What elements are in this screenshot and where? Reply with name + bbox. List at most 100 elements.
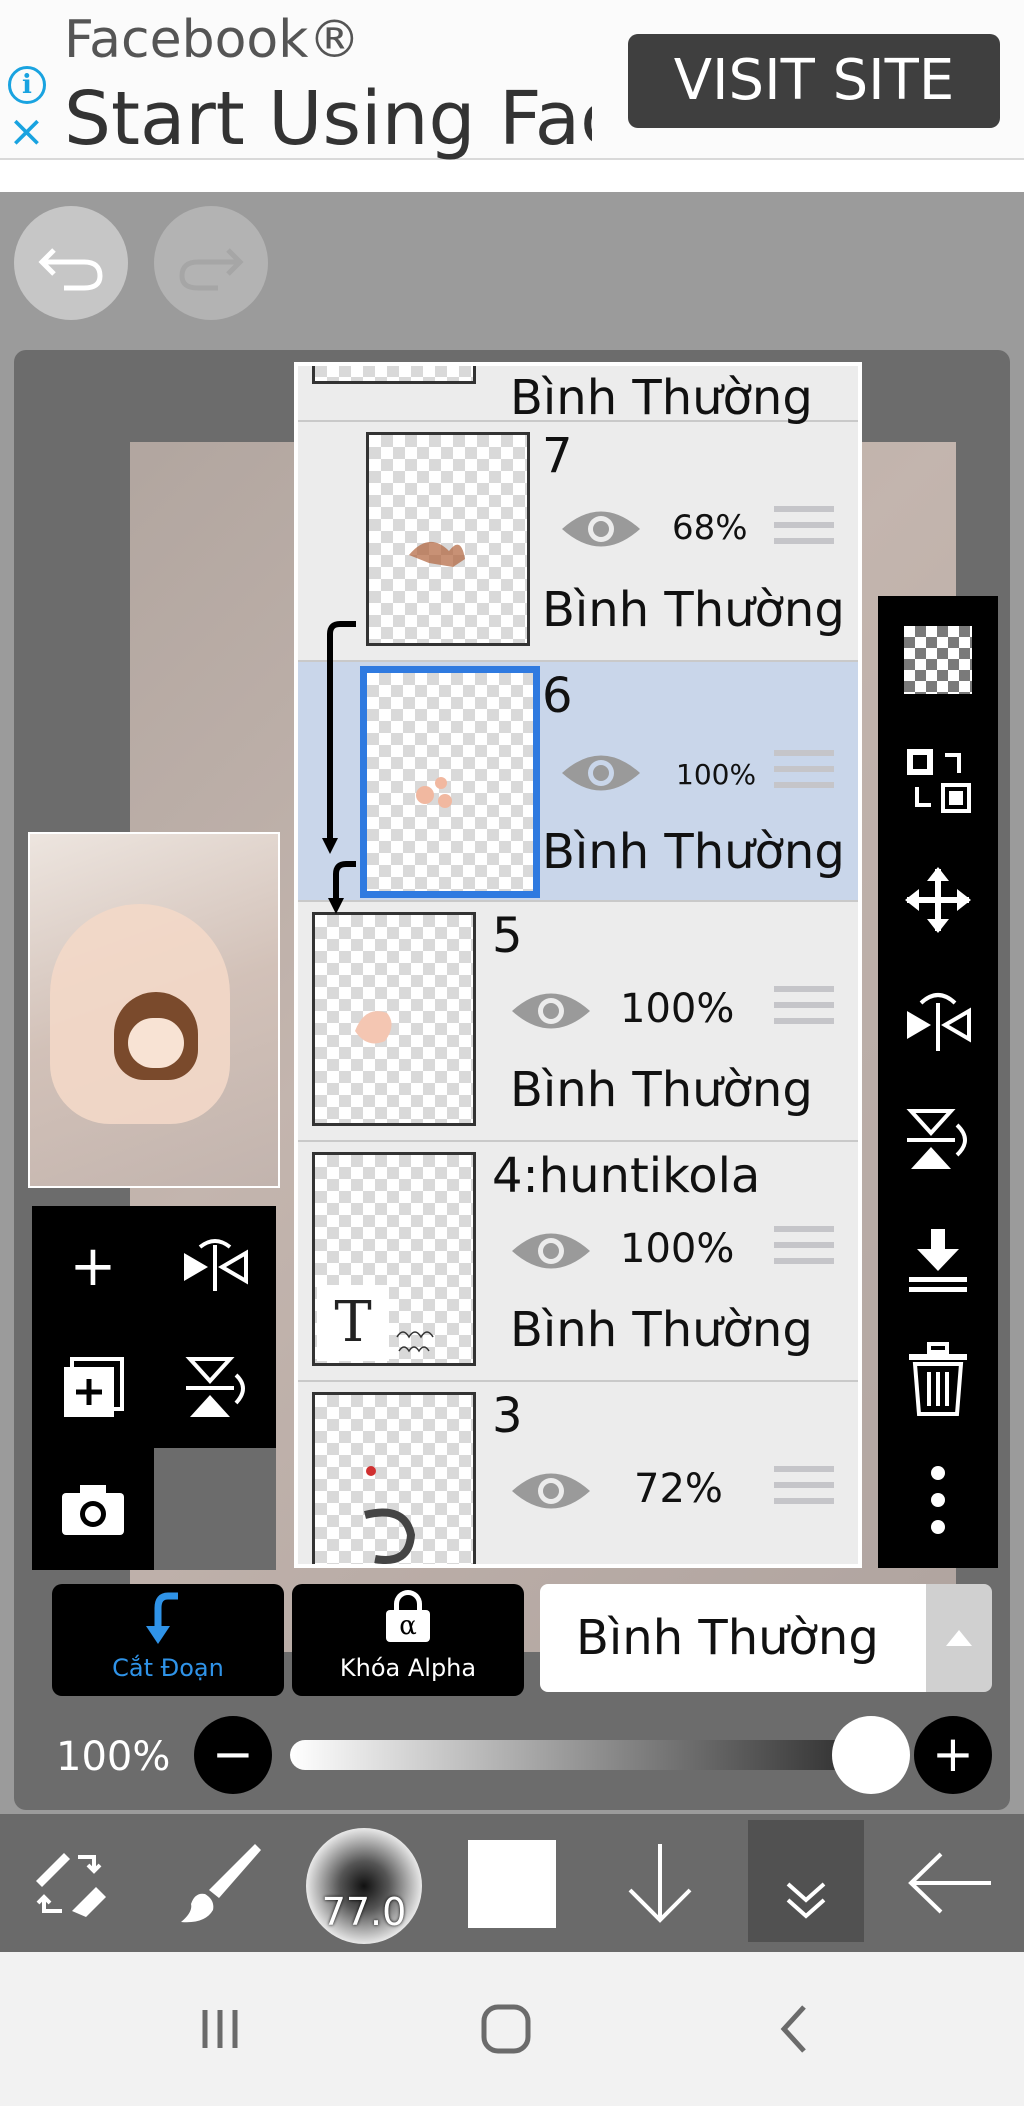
alpha-symbol: α [386, 1610, 430, 1642]
clip-button[interactable]: Cắt Đoạn [52, 1584, 284, 1696]
layer-thumbnail: T [312, 1152, 476, 1366]
layer-tools-right [878, 596, 998, 1568]
flip-horizontal-button[interactable] [878, 960, 998, 1080]
blend-mode-select[interactable]: Bình Thường [540, 1584, 926, 1692]
drag-handle-icon[interactable] [774, 986, 834, 1036]
flip-horizontal-icon [907, 993, 971, 1051]
merge-down-icon [909, 1229, 967, 1292]
drag-handle-icon[interactable] [774, 1466, 834, 1516]
system-nav-bar [0, 1952, 1024, 2106]
panel-gap [154, 1448, 276, 1570]
layer-blend-mode: Bình Thường [510, 1062, 813, 1118]
eye-icon[interactable] [560, 748, 642, 798]
layer-down-button[interactable] [600, 1814, 720, 1952]
layer-item[interactable]: 3 72% [298, 1382, 858, 1564]
eye-icon[interactable] [510, 986, 592, 1036]
opacity-decrease-button[interactable]: − [194, 1716, 272, 1794]
recents-button[interactable] [170, 1952, 270, 2106]
layer-item[interactable]: 7 68% Bình Thường [298, 422, 858, 662]
swap-button[interactable] [878, 720, 998, 840]
layer-blend-mode: Bình Thường [542, 824, 845, 880]
layer-thumbnail [312, 366, 476, 384]
plus-icon: + [932, 1725, 974, 1783]
signature-art [396, 1331, 434, 1353]
undo-icon [38, 248, 103, 291]
camera-button[interactable] [32, 1448, 154, 1569]
info-icon[interactable]: i [8, 66, 46, 104]
merge-down-button[interactable] [878, 1200, 998, 1320]
down-arrow-icon [628, 1844, 692, 1923]
flip-vertical-button[interactable] [154, 1327, 276, 1448]
layer-6-art [416, 777, 452, 808]
plus-icon: + [69, 1234, 117, 1299]
transparency-icon [904, 626, 972, 694]
layer-blend-mode: Bình Thường [510, 1302, 813, 1358]
preview-face [128, 1018, 184, 1068]
double-chevron-icon [786, 1882, 826, 1919]
ad-brand: Facebook® [64, 10, 361, 70]
undo-button[interactable] [14, 206, 128, 320]
triangle-up-icon [946, 1630, 972, 1646]
alpha-lock-button[interactable]: α Khóa Alpha [292, 1584, 524, 1696]
layer-name: 3 [492, 1388, 523, 1444]
ad-banner[interactable]: Facebook® Start Using Facebook i × VISIT… [0, 0, 1024, 162]
blend-mode-dropdown-button[interactable] [926, 1584, 992, 1692]
eye-icon[interactable] [510, 1466, 592, 1516]
eye-icon[interactable] [560, 504, 642, 554]
flip-vertical-button[interactable] [878, 1080, 998, 1200]
opacity-slider-thumb[interactable] [832, 1716, 910, 1794]
camera-icon [62, 1484, 124, 1535]
move-icon [905, 867, 971, 933]
add-layer-copy-button[interactable] [32, 1327, 154, 1448]
layer-name: 6 [542, 668, 573, 724]
drag-handle-icon[interactable] [774, 506, 834, 556]
back-icon [780, 2005, 806, 2053]
home-button[interactable] [456, 1952, 556, 2106]
transparency-button[interactable] [878, 600, 998, 720]
system-back-button[interactable] [744, 1952, 844, 2106]
layer-blend-mode: Bình Thường [542, 582, 845, 638]
redo-button[interactable] [154, 206, 268, 320]
opacity-slider[interactable] [290, 1740, 882, 1770]
clipping-indicator-icon [322, 621, 356, 914]
drag-handle-icon[interactable] [774, 750, 834, 800]
move-button[interactable] [878, 840, 998, 960]
delete-layer-button[interactable] [878, 1320, 998, 1440]
brush-size-button[interactable]: 77.0 [306, 1828, 422, 1944]
canvas-preview[interactable] [28, 832, 280, 1188]
layer-item[interactable]: Bình Thường [298, 366, 858, 426]
add-layer-button[interactable]: + [32, 1206, 154, 1327]
layer-thumbnail [360, 666, 540, 898]
more-options-button[interactable] [878, 1440, 998, 1560]
layer-panel[interactable]: Bình Thường 7 68% Bình Thường 6 100% Bìn… [294, 362, 862, 1568]
more-icon [931, 1466, 945, 1534]
brush-tool-button[interactable] [160, 1814, 280, 1952]
collapse-toolbar-button[interactable] [748, 1820, 864, 1942]
layer-thumbnail [312, 1392, 476, 1564]
back-button[interactable] [890, 1814, 1010, 1952]
flip-vertical-icon [906, 1109, 967, 1169]
visit-site-button[interactable]: VISIT SITE [628, 34, 1000, 128]
clip-arrow-icon [146, 1592, 178, 1644]
tool-switch-button[interactable] [10, 1814, 130, 1952]
drag-handle-icon[interactable] [774, 1226, 834, 1276]
layer-item-selected[interactable]: 6 100% Bình Thường [298, 662, 858, 902]
layer-7-art [409, 541, 465, 567]
home-icon [481, 2004, 531, 2054]
close-icon[interactable]: × [8, 110, 45, 154]
ad-headline[interactable]: Start Using Facebook [64, 76, 592, 162]
layer-thumbnail [312, 912, 476, 1126]
trash-icon [909, 1342, 967, 1416]
color-picker-button[interactable] [468, 1840, 556, 1928]
layer-item[interactable]: T 4:huntikola 100% Bình Thường [298, 1142, 858, 1382]
eye-icon[interactable] [510, 1226, 592, 1276]
flip-horizontal-button[interactable] [154, 1206, 276, 1327]
layer-opacity: 72% [634, 1466, 723, 1512]
opacity-increase-button[interactable]: + [914, 1716, 992, 1794]
alpha-lock-label: Khóa Alpha [339, 1654, 477, 1682]
redo-icon [179, 248, 244, 291]
add-layer-icon [64, 1356, 124, 1417]
layer-item[interactable]: 5 100% Bình Thường [298, 902, 858, 1142]
flip-vertical-icon [185, 1356, 245, 1417]
layer-3-art [364, 1466, 416, 1564]
